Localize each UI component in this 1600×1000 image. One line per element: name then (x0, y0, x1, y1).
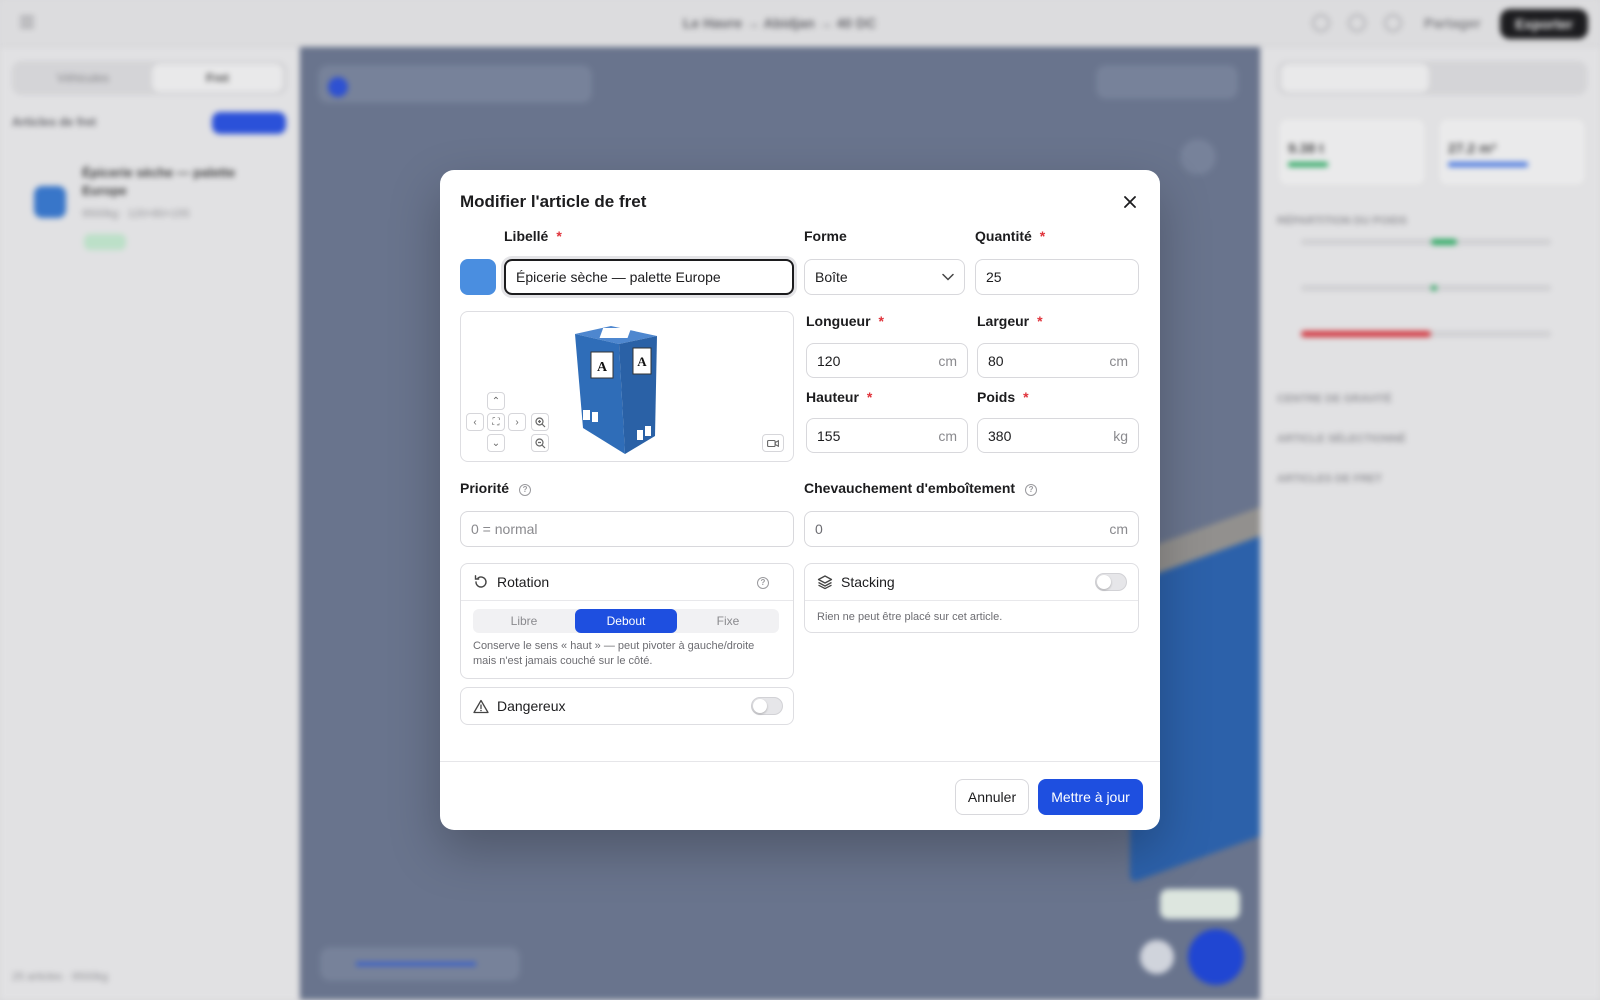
dialog-title: Modifier l'article de fret (460, 192, 647, 211)
reset-view-button[interactable]: ⛶ (487, 413, 505, 431)
cancel-button[interactable]: Annuler (955, 779, 1029, 815)
rotation-option-libre[interactable]: Libre (473, 609, 575, 633)
chevauchement-input[interactable]: 0 cm (804, 511, 1139, 547)
box-3d-icon: A A (575, 326, 657, 454)
help-icon[interactable]: ? (519, 484, 532, 496)
stacking-card: Stacking Rien ne peut être placé sur cet… (804, 563, 1139, 633)
fit-view-icon: ⛶ (492, 416, 500, 428)
label-priorite: Priorité? (460, 480, 532, 496)
zoom-out-button[interactable] (531, 434, 549, 452)
label-longueur: Longueur * (806, 313, 884, 329)
rotation-option-fixe[interactable]: Fixe (677, 609, 779, 633)
layers-icon (817, 575, 833, 590)
stacking-hint: Rien ne peut être placé sur cet article. (817, 611, 1003, 623)
quantite-input[interactable]: 25 (975, 259, 1139, 295)
rotation-segmented: Libre Debout Fixe (473, 609, 779, 633)
svg-text:A: A (597, 360, 608, 375)
label-libelle: Libellé * (504, 228, 562, 244)
label-quantite: Quantité * (975, 228, 1046, 244)
rotate-right-button[interactable]: › (508, 413, 526, 431)
svg-text:A: A (637, 354, 647, 369)
camera-icon (767, 439, 779, 447)
longueur-input[interactable]: 120 cm (806, 343, 968, 378)
rotate-down-button[interactable]: ⌄ (487, 434, 505, 452)
rotate-left-button[interactable]: ‹ (466, 413, 484, 431)
chevron-down-icon: ⌄ (491, 437, 501, 449)
forme-select[interactable]: Boîte (804, 259, 965, 295)
help-icon[interactable]: ? (1025, 484, 1038, 496)
box-preview[interactable]: A A ⌃ ‹ ⛶ › ⌄ (460, 311, 794, 462)
label-chevauchement: Chevauchement d'emboîtement? (804, 480, 1038, 496)
help-icon[interactable]: ? (757, 577, 769, 589)
dangereux-toggle[interactable] (751, 697, 783, 715)
zoom-in-button[interactable] (531, 413, 549, 431)
priorite-input[interactable]: 0 = normal (460, 511, 794, 547)
label-largeur: Largeur * (977, 313, 1043, 329)
largeur-input[interactable]: 80 cm (977, 343, 1139, 378)
chevron-up-icon: ⌃ (491, 395, 501, 407)
label-poids: Poids * (977, 389, 1029, 405)
warning-icon (473, 699, 489, 713)
close-button[interactable] (1120, 192, 1140, 212)
edit-freight-dialog: Modifier l'article de fret Libellé * Form… (440, 170, 1160, 830)
rotation-hint: Conserve le sens « haut » — peut pivoter… (473, 640, 755, 667)
update-button[interactable]: Mettre à jour (1038, 779, 1143, 815)
rotation-card: Rotation ? Libre Debout Fixe Conserve le… (460, 563, 794, 679)
chevron-right-icon: › (515, 416, 519, 428)
rotate-up-button[interactable]: ⌃ (487, 392, 505, 410)
rotation-option-debout[interactable]: Debout (575, 609, 677, 633)
zoom-in-icon (534, 416, 545, 427)
hauteur-input[interactable]: 155 cm (806, 418, 968, 453)
label-hauteur: Hauteur * (806, 389, 873, 405)
chevron-down-icon (942, 273, 954, 281)
color-swatch[interactable] (460, 259, 496, 295)
zoom-out-icon (534, 437, 545, 448)
libelle-input[interactable]: Épicerie sèche — palette Europe (504, 259, 794, 295)
dangereux-card: Dangereux (460, 687, 794, 725)
rotate-icon (474, 575, 487, 588)
close-icon (1124, 196, 1136, 208)
stacking-toggle[interactable] (1095, 573, 1127, 591)
label-forme: Forme (804, 228, 847, 244)
poids-input[interactable]: 380 kg (977, 418, 1139, 453)
camera-button[interactable] (762, 434, 784, 452)
chevron-left-icon: ‹ (473, 416, 477, 428)
